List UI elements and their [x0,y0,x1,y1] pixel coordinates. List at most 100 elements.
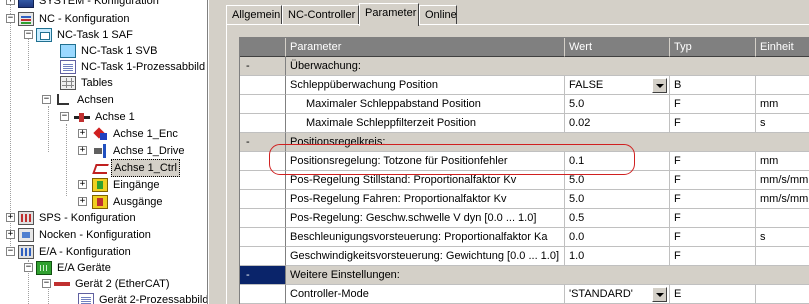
table-row[interactable]: Pos-Regelung Stillstand: Proportionalfak… [240,171,809,190]
solution-tree[interactable]: + SYSTEM - Konfiguration − NC - Konfigur… [0,0,208,304]
param-unit: s [756,114,809,133]
group-label: Überwachung: [286,57,809,76]
column-header-parameter[interactable]: Parameter [286,38,565,57]
table-row[interactable]: Pos-Regelung: Geschw.schwelle V dyn [0.0… [240,209,809,228]
tab-nc-controller[interactable]: NC-Controller [282,5,359,25]
param-type: F [670,247,756,266]
param-value[interactable]: 0.5 [565,209,670,228]
detail-panel: Allgemein NC-Controller Parameter Online… [222,0,809,304]
expand-icon[interactable]: + [78,129,87,138]
tab-parameter[interactable]: Parameter [359,3,419,26]
tab-allgemein[interactable]: Allgemein [226,5,282,25]
param-unit [756,247,809,266]
row-gutter [240,209,286,228]
row-gutter [240,247,286,266]
row-gutter [240,152,286,171]
dropdown-arrow-icon[interactable] [652,78,667,93]
param-value[interactable]: 5.0 [565,95,670,114]
param-value[interactable]: 5.0 [565,171,670,190]
group-toggle[interactable]: - [240,57,286,76]
collapse-icon[interactable]: − [42,95,51,104]
column-header-einheit[interactable]: Einheit [756,38,809,57]
tree-item-geraet-2-process-image[interactable]: Gerät 2-Prozessabbild [78,290,207,304]
table-row[interactable]: Geschwindigkeitsvorsteuerung: Gewichtung… [240,247,809,266]
process-image-icon [60,59,76,74]
tab-content: Parameter Wert Typ Einheit - Überwachung… [226,24,809,304]
table-row[interactable]: Pos-Regelung Fahren: Proportionalfaktor … [240,190,809,209]
row-gutter [240,285,286,304]
tables-icon [60,75,76,90]
row-gutter [240,95,286,114]
expand-icon[interactable]: + [78,146,87,155]
expand-icon[interactable]: + [6,230,15,239]
param-name: Schleppüberwachung Position [286,76,565,95]
group-row-weitere-einstellungen[interactable]: - Weitere Einstellungen: [240,266,809,285]
pane-splitter[interactable] [208,0,222,304]
param-type: F [670,152,756,171]
collapse-icon[interactable]: − [6,14,15,23]
plc-config-icon [18,210,34,225]
column-header-typ[interactable]: Typ [670,38,756,57]
ethercat-device-icon [54,277,70,291]
group-label: Positionsregelkreis: [286,133,809,152]
param-value[interactable]: 0.0 [565,228,670,247]
param-type: F [670,95,756,114]
expand-icon[interactable]: + [6,213,15,222]
param-type: F [670,171,756,190]
drive-icon [92,143,108,158]
parameter-grid[interactable]: Parameter Wert Typ Einheit - Überwachung… [239,37,809,304]
param-type: F [670,209,756,228]
group-row-ueberwachung[interactable]: - Überwachung: [240,57,809,76]
dropdown-arrow-icon[interactable] [652,287,667,302]
tab-online[interactable]: Online [419,5,457,25]
column-header-wert[interactable]: Wert [565,38,670,57]
collapse-icon[interactable]: − [24,263,33,272]
collapse-icon[interactable]: − [24,30,33,39]
param-value[interactable]: 0.1 [565,152,670,171]
param-name: Maximale Schleppfilterzeit Position [286,114,565,133]
grid-header-row: Parameter Wert Typ Einheit [240,38,809,57]
param-name: Controller-Mode [286,285,565,304]
row-gutter [240,171,286,190]
param-value[interactable]: 5.0 [565,190,670,209]
table-row[interactable]: Beschleunigungsvorsteuerung: Proportiona… [240,228,809,247]
encoder-icon [92,127,108,141]
group-toggle[interactable]: - [240,266,286,285]
cam-config-icon [18,227,34,242]
param-name: Pos-Regelung Fahren: Proportionalfaktor … [286,190,565,209]
row-gutter [240,228,286,247]
param-type: E [670,285,756,304]
param-value[interactable]: 0.02 [565,114,670,133]
param-type: F [670,114,756,133]
param-name: Pos-Regelung: Geschw.schwelle V dyn [0.0… [286,209,565,228]
table-row[interactable]: Maximale Schleppfilterzeit Position 0.02… [240,114,809,133]
param-unit: mm/s/mm [756,190,809,209]
row-gutter [240,76,286,95]
collapse-icon[interactable]: − [42,279,51,288]
param-name: Pos-Regelung Stillstand: Proportionalfak… [286,171,565,190]
param-type: B [670,76,756,95]
param-name: Positionsregelung: Totzone für Positionf… [286,152,565,171]
collapse-icon[interactable]: − [60,112,69,121]
table-row[interactable]: Controller-Mode 'STANDARD' E [240,285,809,304]
axis-icon [74,110,90,124]
param-name: Beschleunigungsvorsteuerung: Proportiona… [286,228,565,247]
axes-icon [56,93,72,107]
expand-icon[interactable]: + [6,0,15,5]
nc-task-icon [36,27,52,42]
table-row[interactable]: Positionsregelung: Totzone für Positionf… [240,152,809,171]
group-toggle[interactable]: - [240,133,286,152]
param-unit [756,76,809,95]
table-row[interactable]: Maximaler Schleppabstand Position 5.0 F … [240,95,809,114]
param-value[interactable]: 1.0 [565,247,670,266]
row-gutter [240,190,286,209]
group-row-positionsregelkreis[interactable]: - Positionsregelkreis: [240,133,809,152]
param-unit: mm/s/mm [756,171,809,190]
io-config-icon [18,244,34,259]
table-row[interactable]: Schleppüberwachung Position FALSE B [240,76,809,95]
collapse-icon[interactable]: − [6,247,15,256]
expand-icon[interactable]: + [78,197,87,206]
grid-header-gutter [240,38,286,57]
expand-icon[interactable]: + [78,180,87,189]
system-config-icon [18,0,34,8]
